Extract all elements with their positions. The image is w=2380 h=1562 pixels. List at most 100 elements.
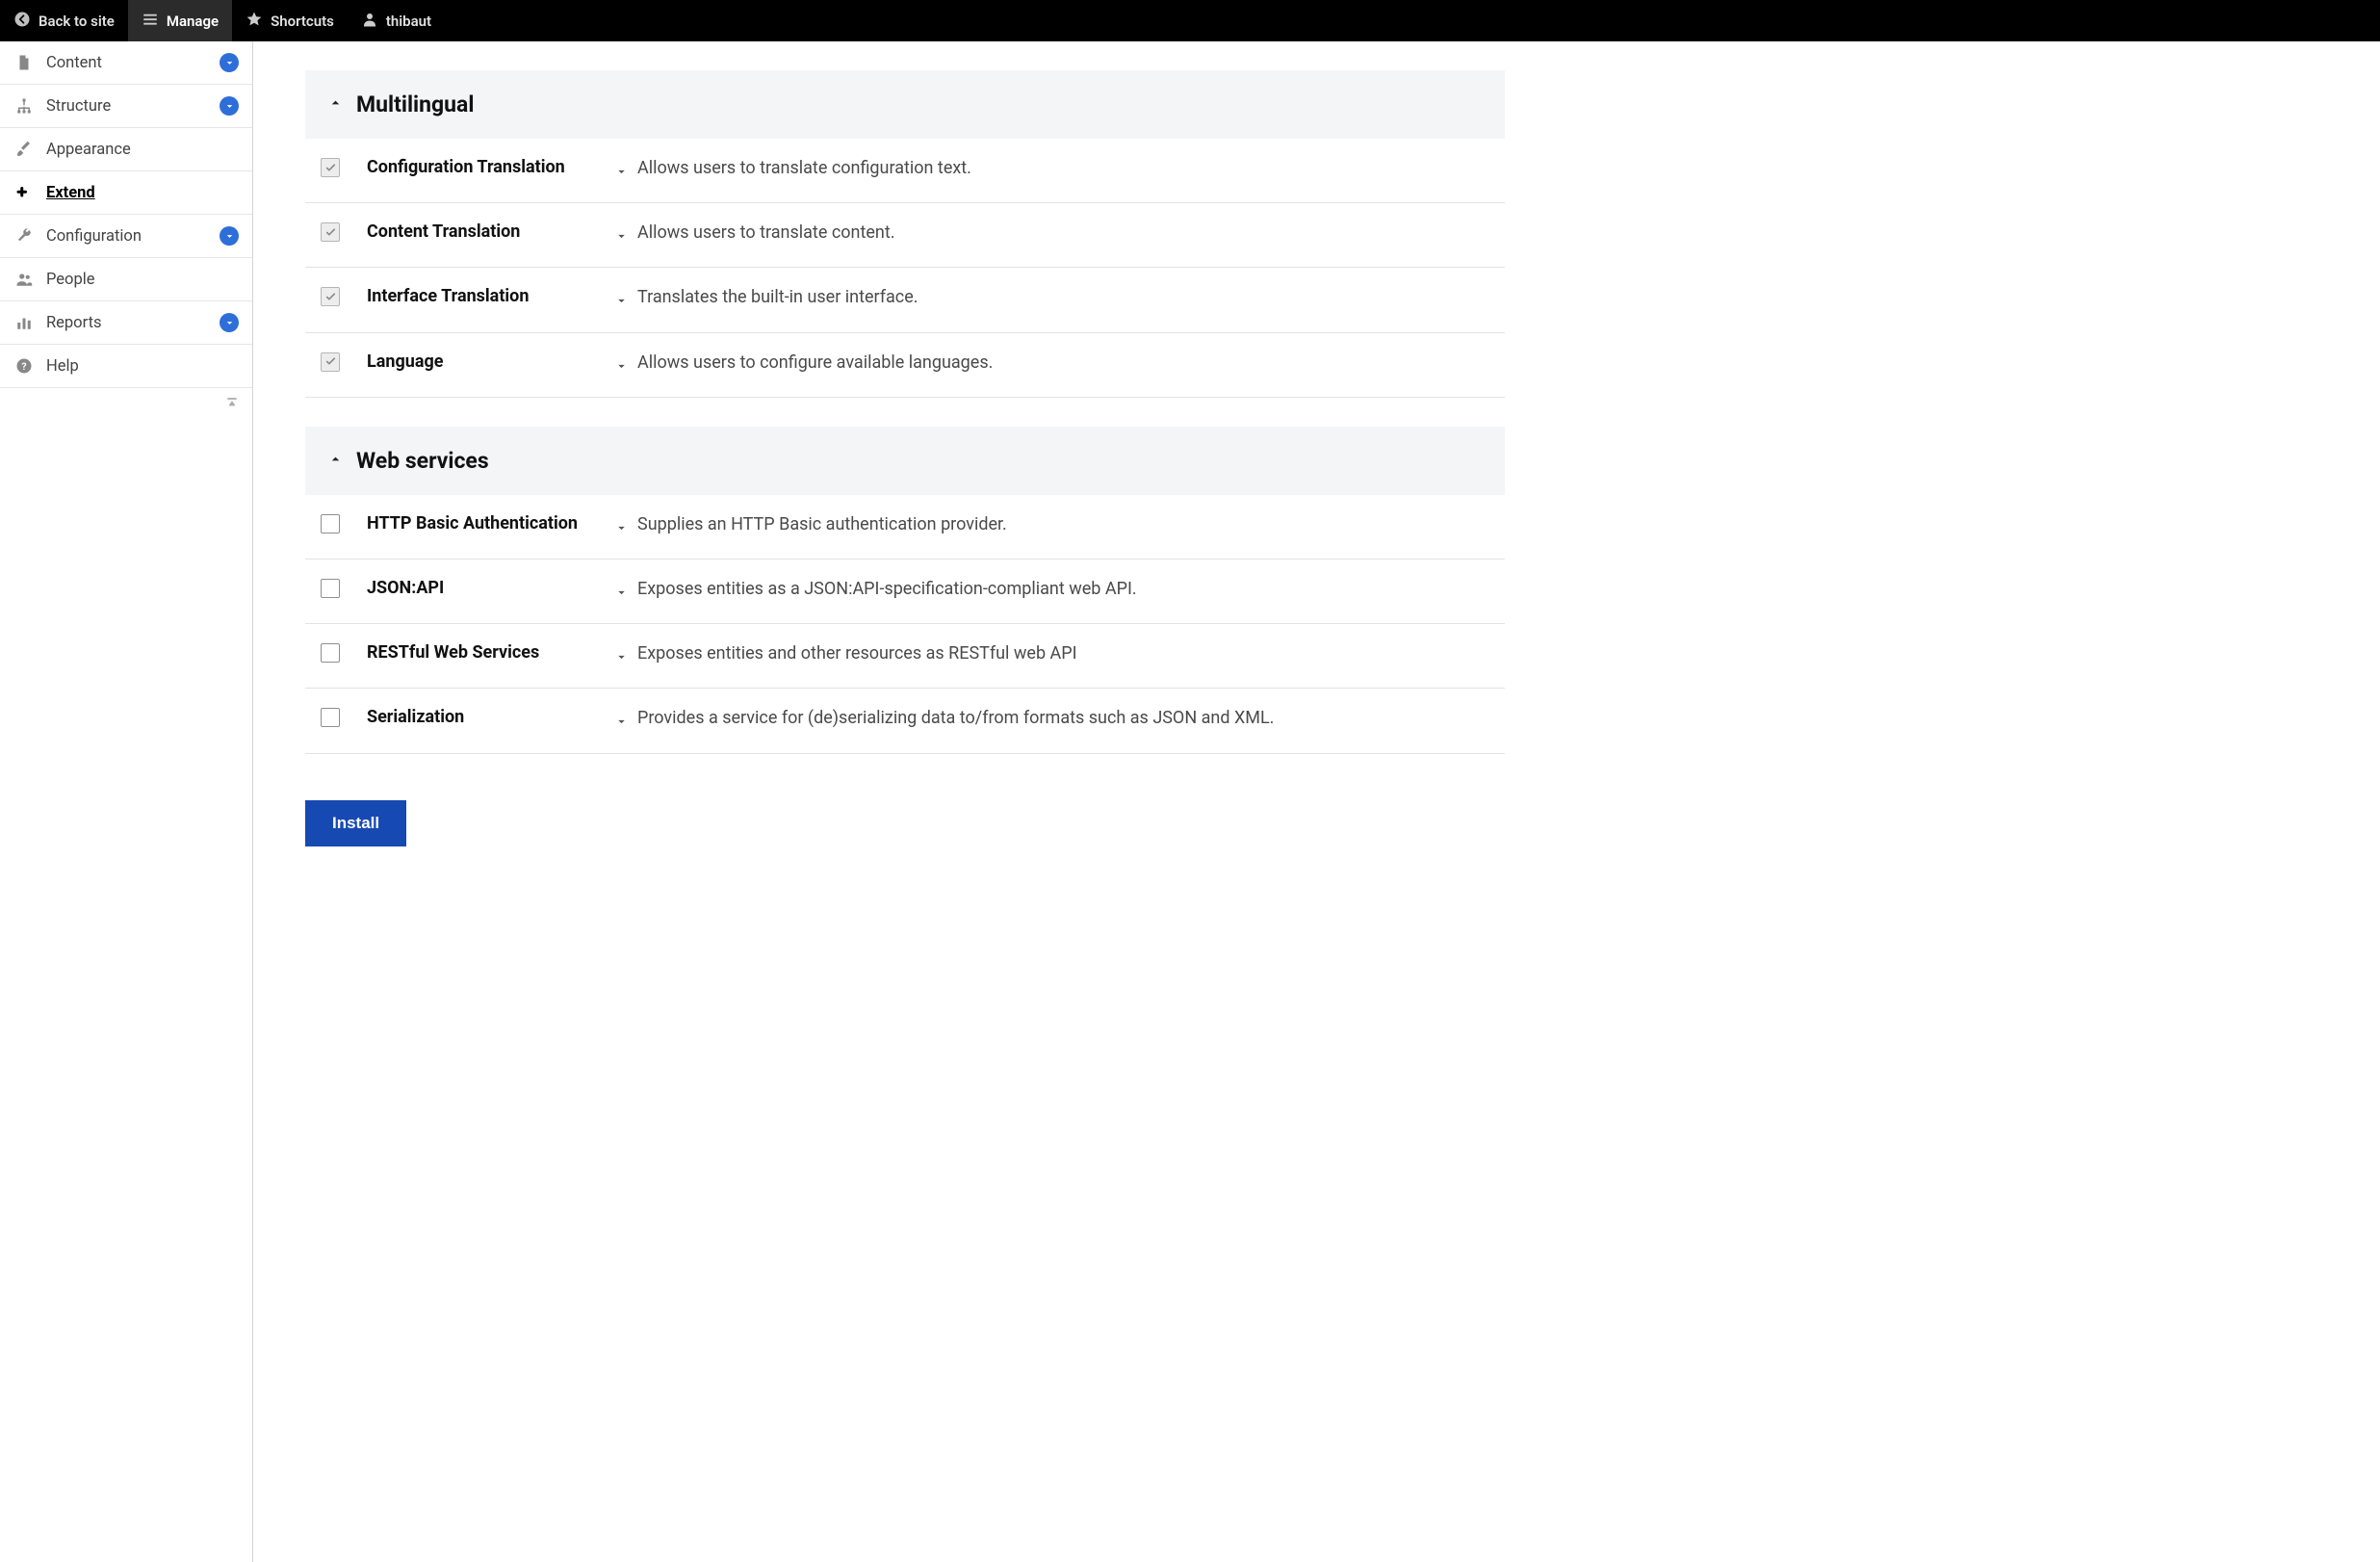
file-icon xyxy=(13,52,35,73)
chevron-up-icon xyxy=(328,95,343,114)
module-description: Allows users to configure available lang… xyxy=(637,351,993,375)
puzzle-icon xyxy=(13,182,35,203)
module-checkbox[interactable] xyxy=(321,222,340,242)
module-checkbox[interactable] xyxy=(321,352,340,372)
sidebar-item-label: Extend xyxy=(46,184,95,202)
module-checkbox[interactable] xyxy=(321,708,340,727)
section-title: Multilingual xyxy=(356,91,474,117)
sidebar-item-structure[interactable]: Structure xyxy=(0,85,252,128)
expand-toggle[interactable] xyxy=(615,577,628,606)
module-name: Content Translation xyxy=(367,221,598,244)
module-checkbox[interactable] xyxy=(321,643,340,663)
expand-toggle[interactable] xyxy=(615,221,628,249)
section-header-web-services[interactable]: Web services xyxy=(305,427,1505,495)
module-checkbox[interactable] xyxy=(321,158,340,177)
back-icon xyxy=(13,11,31,32)
module-name: JSON:API xyxy=(367,577,598,600)
module-name: Configuration Translation xyxy=(367,156,598,179)
person-icon xyxy=(361,11,378,32)
module-row: Serialization Provides a service for (de… xyxy=(305,689,1505,753)
module-description: Supplies an HTTP Basic authentication pr… xyxy=(637,512,1007,536)
module-name: Language xyxy=(367,351,598,374)
module-row: Content Translation Allows users to tran… xyxy=(305,203,1505,268)
chevron-down-icon xyxy=(615,227,628,247)
sidebar-item-label: Reports xyxy=(46,314,102,332)
expand-toggle[interactable] xyxy=(615,156,628,185)
module-description: Allows users to translate configuration … xyxy=(637,156,971,180)
sidebar-item-label: Appearance xyxy=(46,141,131,159)
user-menu-button[interactable]: thibaut xyxy=(348,0,445,41)
install-button[interactable]: Install xyxy=(305,800,406,846)
sidebar-item-label: People xyxy=(46,271,95,289)
chevron-up-icon xyxy=(328,452,343,470)
chevron-down-icon xyxy=(615,163,628,183)
bar-chart-icon xyxy=(13,312,35,333)
sidebar-item-extend[interactable]: Extend xyxy=(0,171,252,215)
module-row: Interface Translation Translates the bui… xyxy=(305,268,1505,332)
star-icon xyxy=(246,11,263,32)
main-content: Multilingual Configuration Translation A… xyxy=(253,41,2380,1562)
manage-button[interactable]: Manage xyxy=(128,0,232,41)
sidebar-item-label: Content xyxy=(46,54,102,72)
chevron-down-icon[interactable] xyxy=(220,96,239,116)
expand-toggle[interactable] xyxy=(615,351,628,379)
sidebar-item-label: Structure xyxy=(46,97,111,116)
module-checkbox[interactable] xyxy=(321,579,340,598)
module-description: Exposes entities as a JSON:API-specifica… xyxy=(637,577,1137,601)
section-title: Web services xyxy=(356,448,489,474)
sidebar-item-label: Configuration xyxy=(46,227,142,246)
module-name: HTTP Basic Authentication xyxy=(367,512,598,535)
module-row: HTTP Basic Authentication Supplies an HT… xyxy=(305,495,1505,560)
expand-toggle[interactable] xyxy=(615,285,628,314)
shortcuts-label: Shortcuts xyxy=(271,13,334,30)
chevron-down-icon[interactable] xyxy=(220,226,239,246)
chevron-down-icon xyxy=(615,519,628,539)
sidebar-item-content[interactable]: Content xyxy=(0,41,252,85)
module-checkbox[interactable] xyxy=(321,514,340,534)
admin-sidebar: Content Structure Appearance Extend xyxy=(0,41,253,1562)
module-checkbox[interactable] xyxy=(321,287,340,306)
chevron-down-icon[interactable] xyxy=(220,313,239,332)
chevron-down-icon[interactable] xyxy=(220,53,239,72)
chevron-down-icon xyxy=(615,713,628,733)
module-row: RESTful Web Services Exposes entities an… xyxy=(305,624,1505,689)
sidebar-item-configuration[interactable]: Configuration xyxy=(0,215,252,258)
user-name-label: thibaut xyxy=(386,13,431,30)
chevron-down-icon xyxy=(615,292,628,312)
sidebar-item-help[interactable]: ? Help xyxy=(0,345,252,388)
module-row: Language Allows users to configure avail… xyxy=(305,333,1505,398)
module-description: Allows users to translate content. xyxy=(637,221,894,245)
chevron-down-icon xyxy=(615,584,628,604)
people-icon xyxy=(13,269,35,290)
module-name: RESTful Web Services xyxy=(367,641,598,664)
collapse-up-icon xyxy=(225,396,239,415)
module-row: Configuration Translation Allows users t… xyxy=(305,139,1505,203)
chevron-down-icon xyxy=(615,648,628,668)
sidebar-item-appearance[interactable]: Appearance xyxy=(0,128,252,171)
section-header-multilingual[interactable]: Multilingual xyxy=(305,70,1505,139)
sidebar-item-label: Help xyxy=(46,357,79,376)
svg-text:?: ? xyxy=(21,360,26,373)
shortcuts-button[interactable]: Shortcuts xyxy=(232,0,348,41)
expand-toggle[interactable] xyxy=(615,512,628,541)
hamburger-icon xyxy=(142,11,159,32)
chevron-down-icon xyxy=(615,357,628,377)
help-icon: ? xyxy=(13,355,35,377)
module-name: Interface Translation xyxy=(367,285,598,308)
sidebar-item-people[interactable]: People xyxy=(0,258,252,301)
module-name: Serialization xyxy=(367,706,598,729)
expand-toggle[interactable] xyxy=(615,641,628,670)
module-description: Provides a service for (de)serializing d… xyxy=(637,706,1274,730)
brush-icon xyxy=(13,139,35,160)
sidebar-item-reports[interactable]: Reports xyxy=(0,301,252,345)
manage-label: Manage xyxy=(167,13,219,30)
top-toolbar: Back to site Manage Shortcuts thibaut xyxy=(0,0,2380,41)
module-description: Translates the built-in user interface. xyxy=(637,285,918,309)
hierarchy-icon xyxy=(13,95,35,117)
module-description: Exposes entities and other resources as … xyxy=(637,641,1077,665)
expand-toggle[interactable] xyxy=(615,706,628,735)
back-to-site-label: Back to site xyxy=(39,13,115,30)
back-to-site-button[interactable]: Back to site xyxy=(0,0,128,41)
sidebar-collapse-toggle[interactable] xyxy=(0,388,252,423)
wrench-icon xyxy=(13,225,35,247)
